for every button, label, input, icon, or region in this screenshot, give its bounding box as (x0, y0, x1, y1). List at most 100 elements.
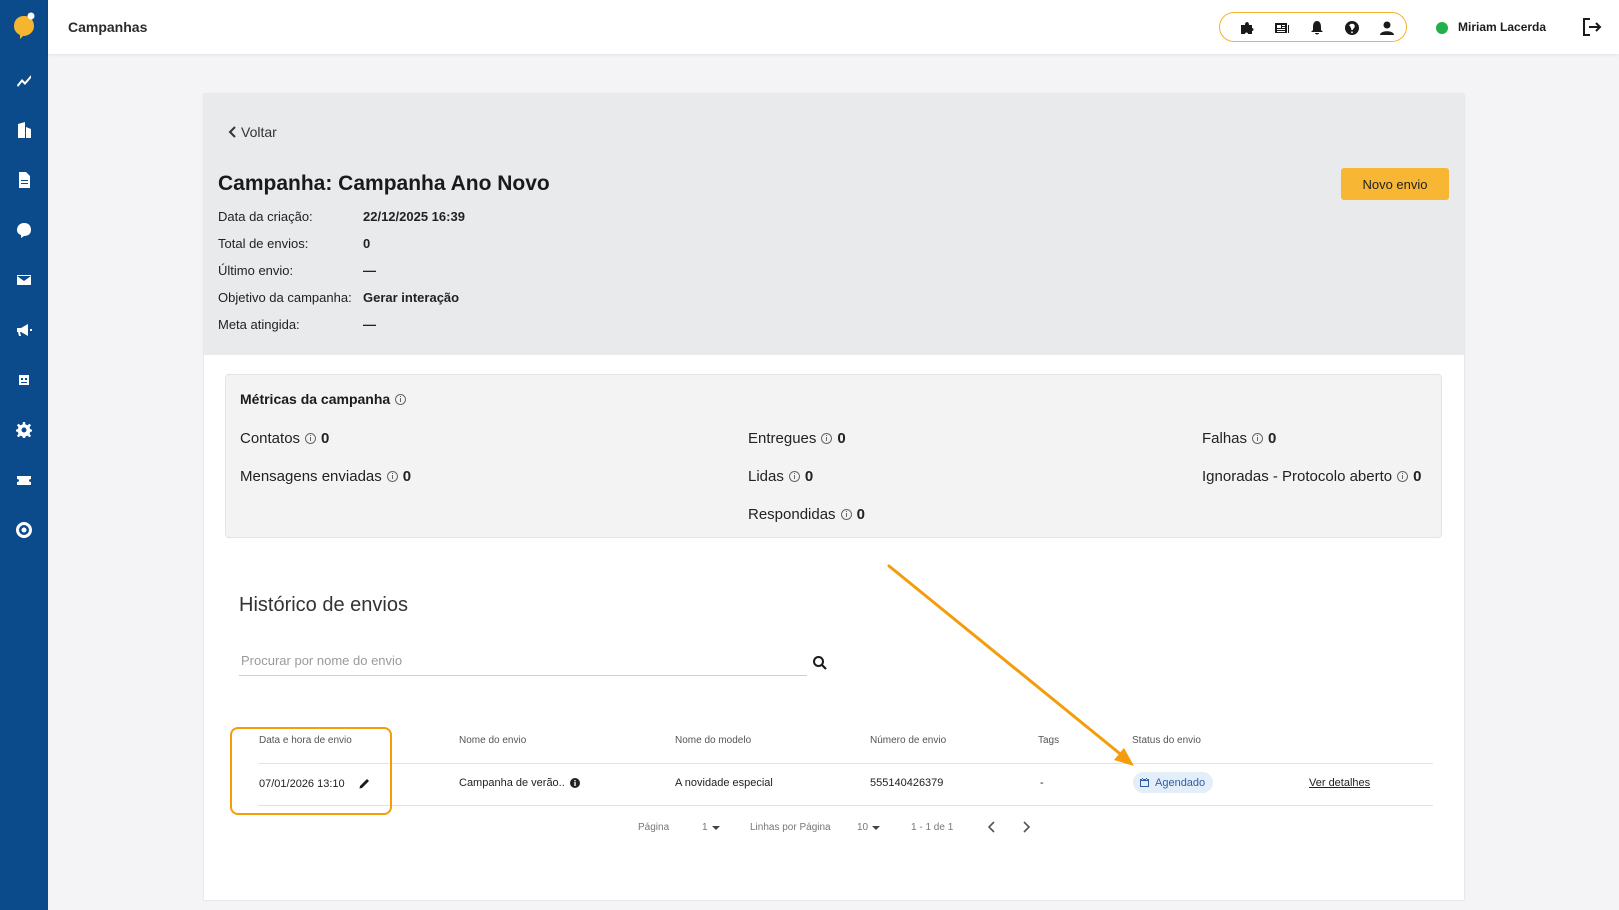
info-icon[interactable] (1397, 471, 1409, 482)
topbar: Campanhas Miriam Lacerda (48, 0, 1619, 54)
robot-icon[interactable] (12, 368, 36, 392)
metric-ignored: Ignoradas - Protocolo aberto 0 (1202, 468, 1421, 485)
caret-down-icon (872, 825, 881, 830)
metric-sent: Mensagens enviadas 0 (240, 468, 411, 485)
campaign-title: Campanha: Campanha Ano Novo (218, 172, 550, 195)
info-label: Meta atingida: (218, 317, 300, 332)
app-logo[interactable] (11, 12, 37, 40)
range-text: 1 - 1 de 1 (911, 822, 954, 833)
pager-page-label: Página (638, 822, 669, 833)
metric-value: 0 (804, 468, 814, 485)
puzzle-icon[interactable] (1238, 19, 1256, 37)
rows-value: 10 (857, 822, 869, 833)
col-header-tags: Tags (1038, 735, 1060, 746)
metric-label: Respondidas (748, 506, 836, 523)
metric-value: 0 (837, 430, 846, 447)
search-input[interactable] (239, 646, 807, 674)
next-page-icon[interactable] (1020, 820, 1032, 834)
metric-value: 0 (321, 430, 330, 447)
metric-delivered: Entregues 0 (748, 430, 846, 447)
metric-value: 0 (1268, 430, 1277, 447)
status-badge: Agendado (1133, 772, 1214, 793)
metric-value: 0 (856, 506, 865, 523)
search-icon[interactable] (812, 655, 828, 671)
info-value: 0 (363, 236, 371, 251)
rows-label: Linhas por Página (750, 822, 831, 833)
metric-label: Entregues (748, 430, 817, 447)
pager-range: 1 - 1 de 1 (911, 822, 953, 833)
pencil-icon[interactable] (358, 777, 371, 790)
metric-read: Lidas 0 (748, 468, 813, 485)
info-icon[interactable] (386, 471, 398, 482)
rows-per-page-select[interactable]: 10 (857, 822, 881, 833)
info-value: — (363, 317, 376, 332)
info-value: 22/12/2025 16:39 (363, 209, 465, 224)
ticket-icon[interactable] (12, 468, 36, 492)
info-label: Total de envios: (218, 236, 309, 251)
info-filled-icon[interactable] (569, 778, 580, 788)
table-divider (258, 805, 1433, 806)
chat-icon[interactable] (12, 218, 36, 242)
col-header-date: Data e hora de envio (259, 735, 352, 746)
info-icon[interactable] (395, 393, 407, 405)
quick-actions-bar (1219, 12, 1407, 42)
mail-icon[interactable] (12, 268, 36, 292)
info-icon[interactable] (840, 509, 852, 520)
metric-replied: Respondidas 0 (748, 506, 865, 523)
pager-rows-label: Linhas por Página (750, 822, 831, 833)
new-send-button[interactable]: Novo envio (1341, 168, 1449, 200)
megaphone-icon[interactable] (12, 318, 36, 342)
col-header-number: Número de envio (870, 735, 947, 746)
metric-contacts: Contatos 0 (240, 430, 329, 447)
nps-icon[interactable] (12, 518, 36, 542)
metric-label: Falhas (1202, 430, 1248, 447)
document-icon[interactable] (12, 168, 36, 192)
campaign-header: Voltar Campanha: Campanha Ano Novo Novo … (204, 94, 1464, 355)
col-header-status: Status do envio (1132, 735, 1201, 746)
history-title: Histórico de envios (239, 594, 408, 616)
bell-icon[interactable] (1308, 19, 1326, 37)
cell-send-name: Campanha de verão.. (459, 777, 580, 789)
metric-label: Ignoradas - Protocolo aberto (1202, 468, 1393, 485)
send-number: 555140426379 (870, 777, 944, 789)
info-icon[interactable] (305, 433, 317, 444)
cell-model: A novidade especial (675, 777, 773, 789)
col-header-name: Nome do envio (459, 735, 527, 746)
info-icon[interactable] (821, 433, 833, 444)
info-label: Data da criação: (218, 209, 313, 224)
sidebar (0, 0, 48, 910)
help-icon[interactable] (1343, 19, 1361, 37)
info-label: Último envio: (218, 263, 294, 278)
info-value: — (363, 263, 376, 278)
info-icon[interactable] (788, 471, 800, 482)
user-icon[interactable] (1378, 19, 1396, 37)
campaign-card: Voltar Campanha: Campanha Ano Novo Novo … (204, 94, 1464, 900)
building-icon[interactable] (12, 118, 36, 142)
metric-label: Contatos (240, 430, 301, 447)
cell-date: 07/01/2026 13:10 (259, 777, 371, 790)
user-name[interactable]: Miriam Lacerda (1458, 20, 1546, 34)
metric-failures: Falhas 0 (1202, 430, 1276, 447)
info-icon[interactable] (1252, 433, 1264, 444)
gear-icon[interactable] (12, 418, 36, 442)
calendar-icon (1140, 778, 1149, 787)
online-status-dot (1436, 22, 1448, 34)
logout-icon[interactable] (1581, 16, 1603, 38)
back-button[interactable]: Voltar (228, 124, 277, 140)
info-label: Objetivo da campanha: (218, 290, 352, 305)
cell-number: 555140426379 (870, 777, 943, 789)
table-divider (258, 763, 1433, 764)
send-date: 07/01/2026 13:10 (259, 777, 345, 790)
chart-icon[interactable] (12, 68, 36, 92)
metric-label: Mensagens enviadas (240, 468, 382, 485)
view-details-link[interactable]: Ver detalhes (1309, 777, 1370, 789)
chevron-left-icon (228, 126, 236, 138)
search-field (239, 646, 807, 676)
col-header-model: Nome do modelo (675, 735, 752, 746)
cell-tags: - (1040, 777, 1044, 789)
page-select[interactable]: 1 (702, 822, 720, 833)
news-icon[interactable] (1273, 19, 1291, 37)
prev-page-icon[interactable] (986, 820, 998, 834)
page-label: Página (638, 822, 670, 833)
tags-value: - (1040, 777, 1044, 789)
